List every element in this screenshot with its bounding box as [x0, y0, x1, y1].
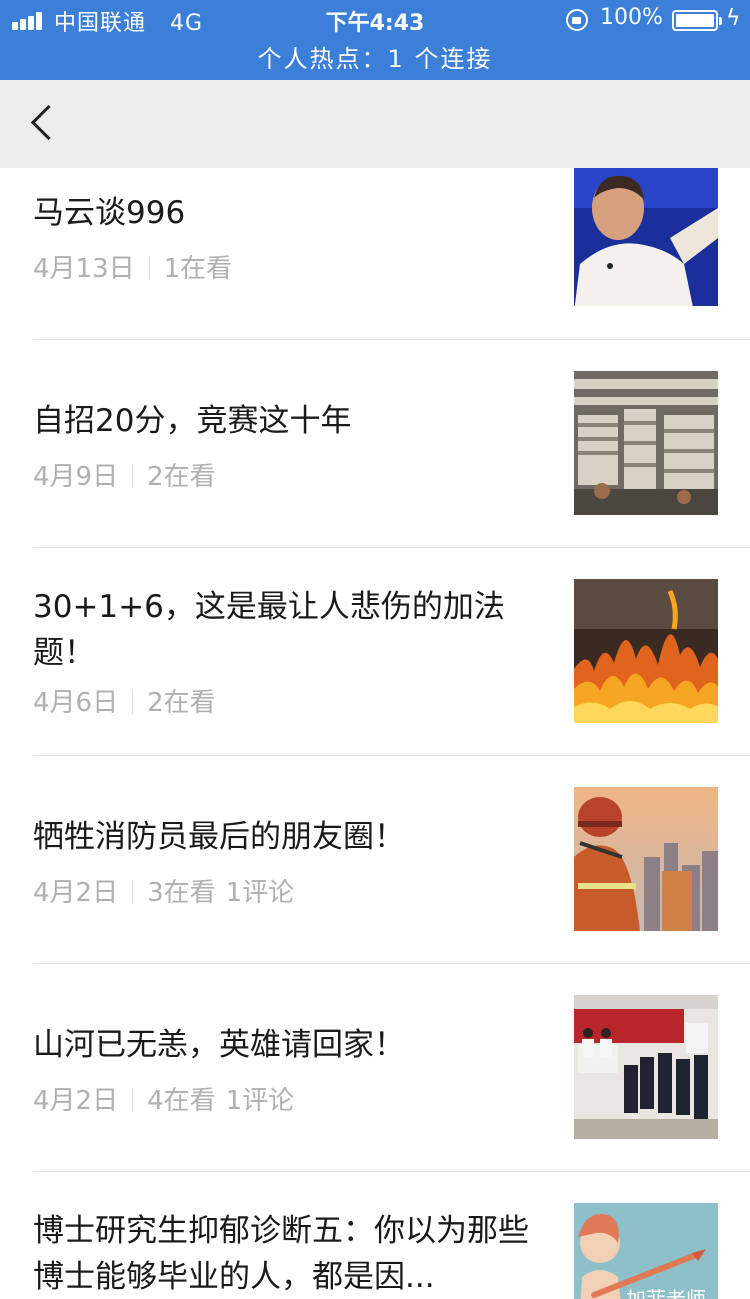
charging-icon: ϟ: [726, 6, 741, 31]
article-title: 马云谈996: [33, 195, 186, 231]
article-date: 4月6日: [33, 688, 119, 718]
list-item[interactable]: 山河已无恙，英雄请回家！ 4月2日 4在看 1评论: [0, 964, 750, 1172]
article-thumbnail: [574, 579, 718, 723]
article-views: 3在看: [147, 878, 216, 908]
article-thumbnail: [574, 787, 718, 931]
article-meta: 4月6日 2在看: [33, 682, 216, 719]
article-views: 4在看: [147, 1086, 216, 1116]
nav-bar: [0, 80, 750, 168]
article-views: 1在看: [163, 254, 233, 284]
article-thumbnail: 加菲老师: [574, 1203, 718, 1299]
forest-fire-photo: [574, 579, 718, 723]
article-meta: 4月13日 1在看: [33, 248, 232, 285]
article-list: 马云谈996 4月13日 1在看 自招20分，竞赛这十年 4月9日 2在看 30…: [0, 168, 750, 1299]
article-thumbnail: [574, 995, 718, 1139]
article-title: 山河已无恙，英雄请回家！: [33, 1027, 405, 1063]
speaker-photo: [574, 168, 718, 306]
article-title: 牺牲消防员最后的朋友圈！: [33, 819, 405, 855]
article-comments: 1评论: [225, 1086, 295, 1116]
hotspot-banner[interactable]: 个人热点：1 个连接: [0, 40, 750, 78]
article-thumbnail: [574, 168, 718, 306]
article-date: 4月2日: [33, 878, 119, 908]
status-bar: 中国联通 4G 下午4:43 100% ϟ 个人热点：1 个连接: [0, 0, 750, 80]
article-date: 4月13日: [33, 254, 135, 284]
article-title: 30+1+6，这是最让人悲伤的加法题！: [33, 589, 505, 671]
article-title: 博士研究生抑郁诊断五：你以为那些博士能够毕业的人，都是因...: [33, 1213, 529, 1295]
ceremony-photo: [574, 995, 718, 1139]
firefighter-photo: [574, 787, 718, 931]
list-item[interactable]: 30+1+6，这是最让人悲伤的加法题！ 4月6日 2在看: [0, 548, 750, 756]
article-comments: 1评论: [225, 878, 295, 908]
article-title: 自招20分，竞赛这十年: [33, 403, 352, 439]
orientation-lock-icon: [566, 9, 588, 31]
list-item[interactable]: 牺牲消防员最后的朋友圈！ 4月2日 3在看 1评论: [0, 756, 750, 964]
thumbnail-watermark: 加菲老师: [626, 1287, 706, 1299]
article-date: 4月2日: [33, 1086, 119, 1116]
battery-percent: 100%: [600, 5, 663, 30]
back-button[interactable]: [22, 102, 66, 146]
list-item[interactable]: 博士研究生抑郁诊断五：你以为那些博士能够毕业的人，都是因... 加菲老师: [0, 1172, 750, 1299]
books-photo: [574, 371, 718, 515]
list-item[interactable]: 马云谈996 4月13日 1在看: [0, 168, 750, 340]
article-meta: 4月2日 4在看 1评论: [33, 1080, 294, 1117]
list-item[interactable]: 自招20分，竞赛这十年 4月9日 2在看: [0, 340, 750, 548]
article-views: 2在看: [147, 688, 216, 718]
article-views: 2在看: [147, 462, 216, 492]
battery-icon: [672, 10, 722, 31]
article-meta: 4月9日 2在看: [33, 456, 216, 493]
article-meta: 4月2日 3在看 1评论: [33, 872, 294, 909]
article-date: 4月9日: [33, 462, 119, 492]
status-row: 中国联通 4G 下午4:43 100% ϟ: [0, 0, 750, 40]
article-thumbnail: [574, 371, 718, 515]
